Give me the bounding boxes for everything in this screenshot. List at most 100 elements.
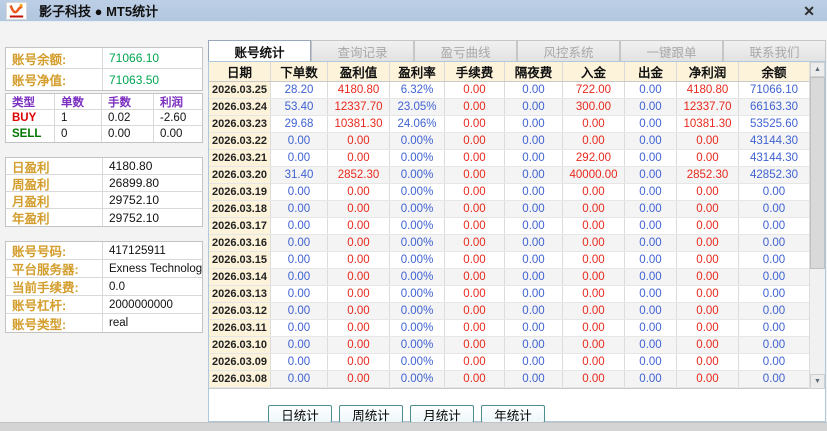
table-cell: 0.00	[505, 218, 563, 234]
monthly-profit-row: 月盈利 29752.10	[6, 192, 202, 209]
table-cell: 0.00	[328, 320, 390, 336]
table-row[interactable]: 2026.03.19 0.00 0.00 0.00% 0.00 0.00 0.00 0.00 0…	[209, 184, 809, 201]
table-row[interactable]: 2026.03.08 0.00 0.00 0.00% 0.00 0.00 0.00 0.00 0…	[209, 371, 809, 388]
buy-type: BUY	[6, 110, 55, 125]
table-cell: 0.00%	[390, 252, 445, 268]
table-cell: 0.00	[563, 371, 625, 387]
weekly-profit-label: 周盈利	[6, 175, 103, 191]
table-cell: 0.00	[505, 150, 563, 166]
table-cell: 2026.03.19	[209, 184, 271, 200]
table-cell: 0.00%	[390, 303, 445, 319]
table-cell: 0.00	[625, 337, 677, 353]
scrollbar-thumb[interactable]	[810, 77, 825, 269]
table-cell: 0.00	[677, 201, 739, 217]
table-row[interactable]: 2026.03.25 28.20 4180.80 6.32% 0.00 0.00 722.0…	[209, 82, 809, 99]
table-cell: 0.00	[328, 184, 390, 200]
app-logo-icon	[6, 1, 27, 20]
table-row[interactable]: 2026.03.10 0.00 0.00 0.00% 0.00 0.00 0.00 0.00 0…	[209, 337, 809, 354]
equity-row: 账号净值: 71063.50	[6, 69, 202, 90]
table-cell: 24.06%	[390, 116, 445, 132]
table-cell: 722.00	[563, 82, 625, 98]
table-cell: 2026.03.17	[209, 218, 271, 234]
tab-risk-control[interactable]: 风控系统	[517, 40, 620, 61]
table-row[interactable]: 2026.03.13 0.00 0.00 0.00% 0.00 0.00 0.00 0.00 0…	[209, 286, 809, 303]
table-cell: 0.00	[762, 203, 786, 215]
table-row[interactable]: 2026.03.20 31.40 2852.30 0.00% 0.00 0.00 40000…	[209, 167, 809, 184]
table-cell: 0.00	[677, 184, 739, 200]
positions-header-row: 类型 单数 手数 利润	[6, 94, 202, 110]
tab-query-records[interactable]: 查询记录	[311, 40, 414, 61]
table-cell: 0.00	[563, 337, 625, 353]
table-cell: 0.00	[505, 252, 563, 268]
yearly-stats-button[interactable]: 年统计	[481, 405, 545, 423]
scroll-up-icon[interactable]: ▲	[810, 62, 825, 77]
table-row[interactable]: 2026.03.11 0.00 0.00 0.00% 0.00 0.00 0.00 0.00 0…	[209, 320, 809, 337]
table-cell: 0.00	[445, 371, 505, 387]
table-row[interactable]: 2026.03.24 53.40 12337.70 23.05% 0.00 0.00 300…	[209, 99, 809, 116]
table-cell: 0.00	[625, 184, 677, 200]
table-cell: 0.00	[625, 303, 677, 319]
table-cell: 0.00	[625, 82, 677, 98]
column-header: 隔夜费	[505, 62, 563, 81]
table-row[interactable]: 2026.03.22 0.00 0.00 0.00% 0.00 0.00 0.00 0.00 0…	[209, 133, 809, 150]
table-row[interactable]: 2026.03.16 0.00 0.00 0.00% 0.00 0.00 0.00 0.00 0…	[209, 235, 809, 252]
tab-account-stats[interactable]: 账号统计	[208, 40, 311, 61]
table-cell: 0.00	[563, 235, 625, 251]
table-row[interactable]: 2026.03.09 0.00 0.00 0.00% 0.00 0.00 0.00 0.00 0…	[209, 354, 809, 371]
table-cell: 0.00	[677, 269, 739, 285]
table-cell: 0.00	[625, 269, 677, 285]
leverage-label: 账号杠杆:	[6, 296, 103, 313]
table-cell: 0.00%	[390, 201, 445, 217]
table-cell: 0.00	[677, 218, 739, 234]
type-header: 类型	[6, 94, 55, 109]
tab-pnl-curve[interactable]: 盈亏曲线	[414, 40, 517, 61]
profit-header: 利润	[160, 96, 183, 109]
table-row[interactable]: 2026.03.21 0.00 0.00 0.00% 0.00 0.00 292.00 0.0…	[209, 150, 809, 167]
table-row[interactable]: 2026.03.14 0.00 0.00 0.00% 0.00 0.00 0.00 0.00 0…	[209, 269, 809, 286]
sell-lots: 0.00	[102, 126, 154, 142]
table-scrollbar[interactable]: ▲ ▼	[809, 62, 825, 389]
table-cell: 0.00%	[390, 320, 445, 336]
server-label: 平台服务器:	[6, 260, 103, 277]
table-cell: 0.00%	[390, 354, 445, 370]
table-cell: 0.00	[445, 286, 505, 302]
monthly-stats-button[interactable]: 月统计	[410, 405, 474, 423]
table-cell: 2026.03.23	[209, 116, 271, 132]
table-cell: 0.00	[271, 235, 328, 251]
table-cell: 0.00	[505, 82, 563, 98]
table-cell: 2026.03.10	[209, 337, 271, 353]
account-number-row: 账号号码: 417125911	[6, 242, 202, 260]
table-row[interactable]: 2026.03.17 0.00 0.00 0.00% 0.00 0.00 0.00 0.00 0…	[209, 218, 809, 235]
table-row[interactable]: 2026.03.12 0.00 0.00 0.00% 0.00 0.00 0.00 0.00 0…	[209, 303, 809, 320]
table-cell: 0.00	[445, 337, 505, 353]
table-row[interactable]: 2026.03.18 0.00 0.00 0.00% 0.00 0.00 0.00 0.00 0…	[209, 201, 809, 218]
scroll-down-icon[interactable]: ▼	[810, 374, 825, 389]
table-cell: 0.00	[677, 235, 739, 251]
column-header: 余额	[761, 66, 787, 80]
window-bottom-edge	[0, 422, 827, 431]
table-cell: 6.32%	[390, 82, 445, 98]
daily-stats-button[interactable]: 日统计	[268, 405, 332, 423]
table-cell: 0.00	[505, 286, 563, 302]
table-cell: 53.40	[271, 99, 328, 115]
table-cell: 2026.03.20	[209, 167, 271, 183]
table-cell: 2026.03.24	[209, 99, 271, 115]
tab-contact-us[interactable]: 联系我们	[723, 40, 826, 61]
tab-copy-trade[interactable]: 一键跟单	[620, 40, 723, 61]
server-row: 平台服务器: Exness Technologies	[6, 260, 202, 278]
table-cell: 0.00	[677, 337, 739, 353]
buy-profit: -2.60	[160, 111, 187, 124]
weekly-stats-button[interactable]: 周统计	[339, 405, 403, 423]
table-cell: 0.00	[563, 218, 625, 234]
table-cell: 0.00	[505, 354, 563, 370]
close-icon[interactable]: ✕	[803, 2, 815, 20]
table-cell: 0.00%	[390, 218, 445, 234]
table-row[interactable]: 2026.03.15 0.00 0.00 0.00% 0.00 0.00 0.00 0.00 0…	[209, 252, 809, 269]
table-cell: 0.00%	[390, 184, 445, 200]
monthly-profit-value: 29752.10	[109, 193, 160, 207]
table-cell: 0.00	[271, 371, 328, 387]
table-cell: 0.00	[505, 371, 563, 387]
table-cell: 0.00	[505, 116, 563, 132]
table-row[interactable]: 2026.03.23 29.68 10381.30 24.06% 0.00 0.00 0.0…	[209, 116, 809, 133]
leverage-row: 账号杠杆: 2000000000	[6, 296, 202, 314]
